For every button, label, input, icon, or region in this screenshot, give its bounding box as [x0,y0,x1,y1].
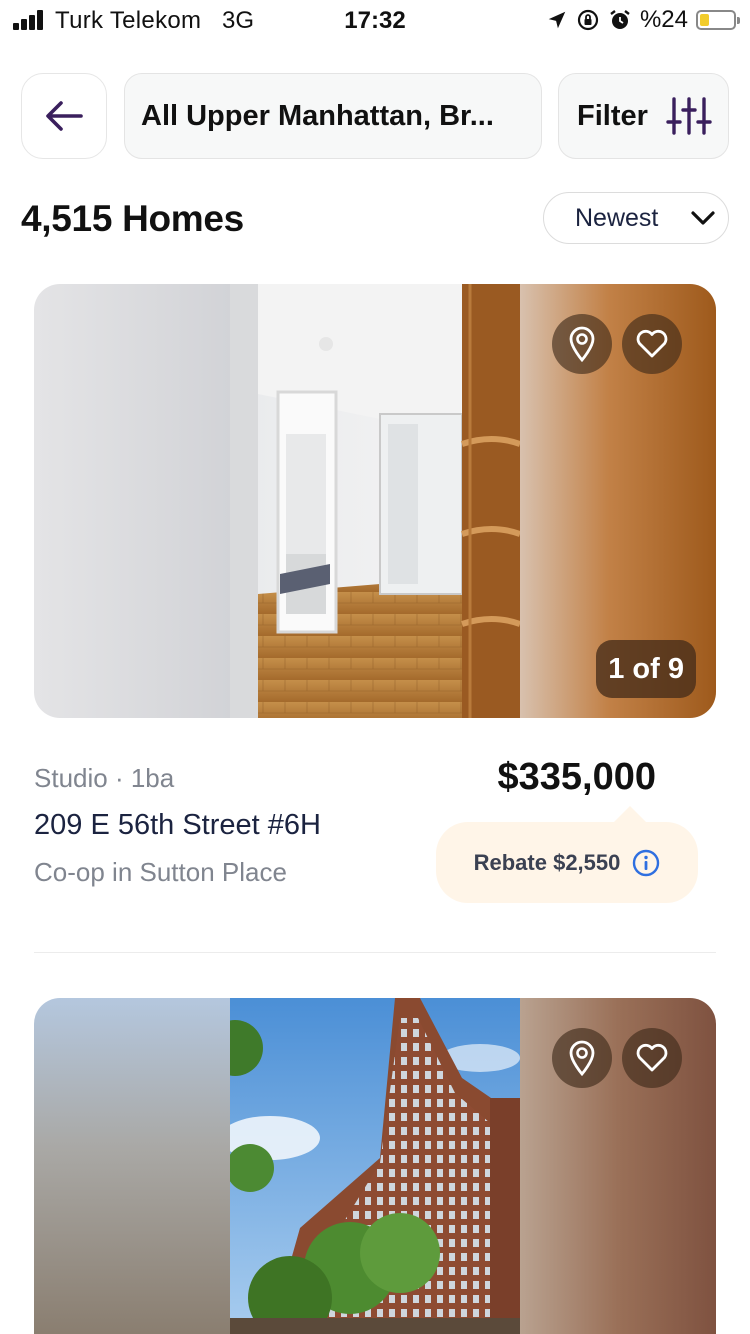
photo-counter: 1 of 9 [596,640,696,698]
location-search-field[interactable]: All Upper Manhattan, Br... [124,73,542,159]
listing-beds-baths: Studio · 1ba [34,763,175,793]
battery-percentage: %24 [639,6,688,33]
heart-icon [636,329,668,358]
rebate-badge[interactable]: Rebate $2,550 [436,806,698,903]
filter-label: Filter [577,99,648,132]
sliders-icon [666,97,712,135]
listing-price: $335,000 [497,756,657,798]
chevron-down-icon [691,211,715,225]
rebate-label: Rebate $2,550 [473,849,621,875]
listing-building-image [230,998,520,1334]
search-location-text: All Upper Manhattan, Br... [141,99,494,132]
map-pin-button[interactable] [552,314,612,374]
battery-icon [696,10,740,30]
sort-dropdown[interactable]: Newest [543,192,729,244]
back-button[interactable] [21,73,107,159]
favorite-button[interactable] [622,1028,682,1088]
rotation-lock-icon [577,9,599,31]
listing-photo[interactable] [34,998,716,1334]
listing-divider [34,952,716,953]
status-bar: Turk Telekom 3G 17:32 %24 [0,0,750,40]
map-pin-icon [569,1040,595,1077]
alarm-icon [610,10,630,29]
signal-strength-icon [13,10,47,30]
favorite-button[interactable] [622,314,682,374]
network-type: 3G [222,7,255,34]
heart-icon [636,1043,668,1072]
listing-type: Co-op in Sutton Place [34,857,287,887]
listing-photo[interactable]: 1 of 9 [34,284,716,718]
location-arrow-icon [548,11,566,29]
filter-button[interactable]: Filter [558,73,729,159]
carrier-name: Turk Telekom [55,7,202,34]
sort-label: Newest [575,203,659,232]
listing-address[interactable]: 209 E 56th Street #6H [34,809,321,842]
map-pin-button[interactable] [552,1028,612,1088]
info-icon[interactable] [632,849,660,877]
map-pin-icon [569,326,595,363]
results-count: 4,515 Homes [21,198,244,239]
listing-interior-image [230,284,520,718]
arrow-left-icon [46,101,83,131]
